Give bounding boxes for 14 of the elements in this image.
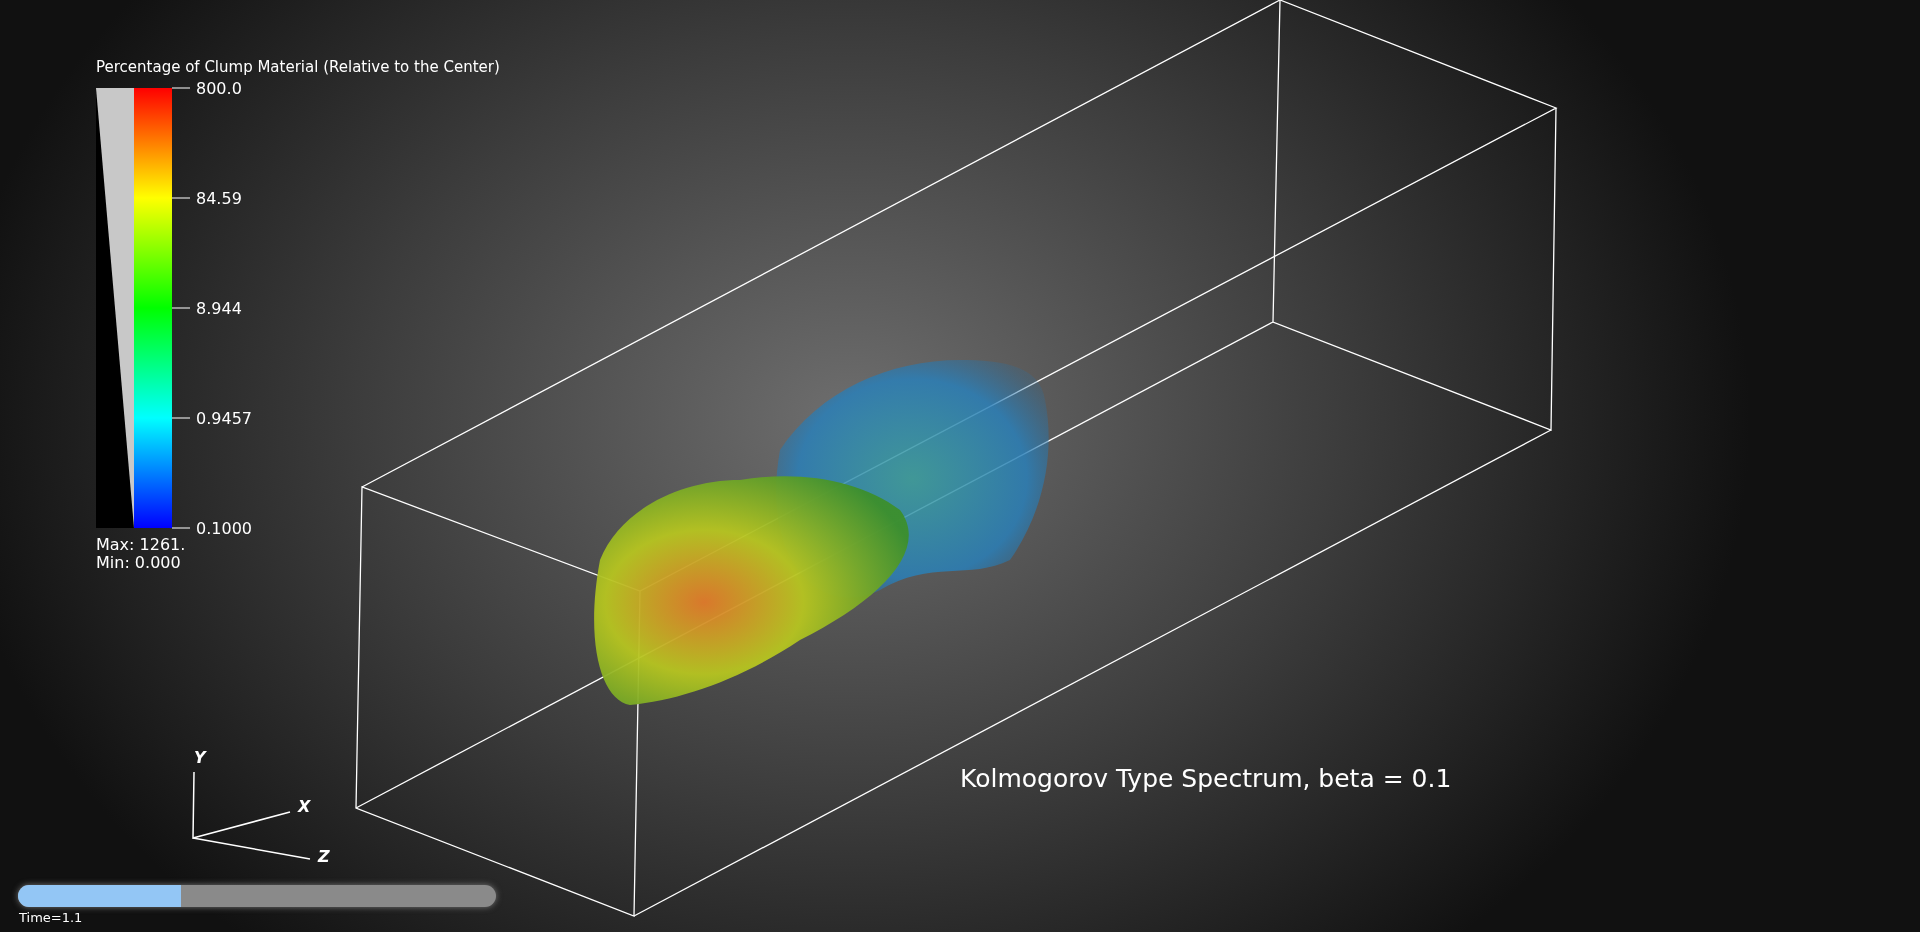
tick-label: 0.1000 [196, 518, 252, 538]
opacity-ramp-icon [96, 88, 134, 528]
tick-label: 0.9457 [196, 408, 252, 428]
tick-label: 84.59 [196, 188, 242, 208]
axis-label: Z [318, 847, 330, 866]
time-label: Time=1.1 [19, 910, 83, 925]
axis-label: Y [194, 748, 206, 767]
annotation-text: Kolmogorov Type Spectrum, beta = 0.1 [960, 764, 1452, 793]
tick-label: 800.0 [196, 78, 242, 98]
min-value: Min: 0.000 [96, 554, 182, 572]
tick-label: 8.944 [196, 298, 242, 318]
axis-label: X [298, 797, 311, 816]
legend-title: Percentage of Clump Material (Relative to the Center) [96, 58, 500, 76]
max-value: Max: 1261. [96, 536, 187, 554]
